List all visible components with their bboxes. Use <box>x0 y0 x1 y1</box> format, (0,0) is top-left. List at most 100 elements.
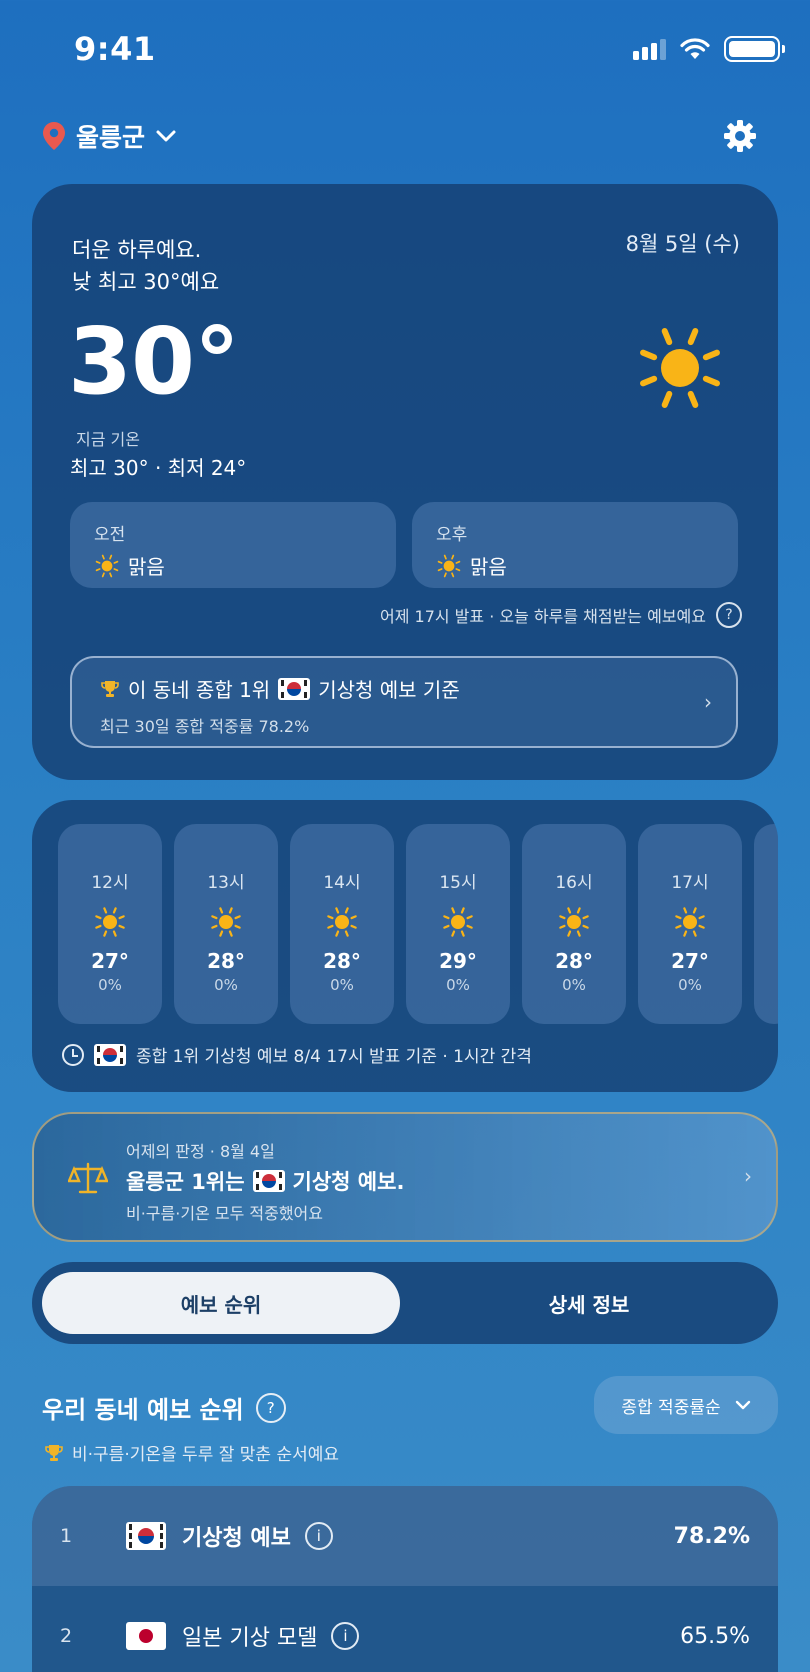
sun-icon <box>95 907 125 937</box>
settings-gear-icon[interactable] <box>722 118 758 154</box>
view-segmented-control: 예보 순위 상세 정보 <box>32 1262 778 1344</box>
verdict-headline-pre: 울릉군 1위는 <box>126 1170 245 1194</box>
ranking-subtitle-text: 비·구름·기온을 두루 잘 맞춘 순서예요 <box>72 1445 340 1465</box>
hour-precipitation: 0% <box>562 976 586 994</box>
korea-flag-icon <box>94 1043 126 1066</box>
status-bar: 9:41 <box>0 0 810 100</box>
korea-flag-icon <box>252 1170 285 1192</box>
japan-flag-icon <box>126 1622 166 1650</box>
ranking-subtitle: 비·구름·기온을 두루 잘 맞춘 순서예요 <box>44 1440 339 1465</box>
hour-precipitation: 0% <box>446 976 470 994</box>
sort-dropdown[interactable]: 종합 적중률순 <box>594 1376 778 1434</box>
info-icon[interactable]: i <box>331 1622 360 1650</box>
info-icon[interactable]: i <box>304 1522 333 1550</box>
morning-forecast: 오전 맑음 <box>70 502 396 588</box>
hourly-item: 14시 28° 0% <box>290 824 394 1024</box>
hour-precipitation: 0% <box>330 976 354 994</box>
high-low-temperature: 최고 30° · 최저 24° <box>70 456 247 480</box>
hourly-item: 16시 28° 0% <box>522 824 626 1024</box>
location-selector[interactable]: 울릉군 <box>42 118 177 154</box>
signal-icon <box>633 38 666 60</box>
ranking-row[interactable]: 1 기상청 예보 i 78.2% <box>32 1486 778 1586</box>
summary-line-2: 낮 최고 30°예요 <box>72 270 220 294</box>
current-weather-card: 더운 하루예요. 낮 최고 30°예요 8월 5일 (수) 30° 지금 기온 … <box>32 184 778 780</box>
verdict-headline: 울릉군 1위는 기상청 예보. <box>126 1166 404 1196</box>
rank-number: 1 <box>60 1525 73 1547</box>
accuracy-percent: 78.2% <box>673 1523 750 1549</box>
morning-label: 오전 <box>94 525 126 545</box>
wifi-icon <box>680 38 710 59</box>
top-forecast-banner[interactable]: 이 동네 종합 1위 기상청 예보 기준 최근 30일 종합 적중률 78.2%… <box>70 656 738 748</box>
hour-temperature: 29° <box>439 949 477 973</box>
hour-label: 12시 <box>91 873 129 893</box>
chevron-down-icon <box>735 1400 750 1410</box>
clock-icon <box>62 1043 84 1066</box>
verdict-detail: 비·구름·기온 모두 적중했어요 <box>126 1204 323 1223</box>
hour-precipitation: 0% <box>214 976 238 994</box>
ranking-row[interactable]: 2 일본 기상 모델 i 65.5% <box>32 1586 778 1672</box>
summary-line-1: 더운 하루예요. <box>72 238 202 262</box>
ranking-section-title: 우리 동네 예보 순위 ? <box>42 1390 286 1425</box>
hourly-item: 12시 27° 0% <box>58 824 162 1024</box>
afternoon-forecast: 오후 맑음 <box>412 502 738 588</box>
korea-flag-icon <box>278 677 311 700</box>
help-icon[interactable]: ? <box>255 1392 286 1423</box>
status-time: 9:41 <box>74 30 156 68</box>
hour-temperature: 28° <box>323 949 361 973</box>
scale-icon <box>68 1162 108 1194</box>
hourly-forecast-list[interactable]: 12시 27° 0% 13시 28° 0% 14시 28° 0% 15시 29° 0% 16시 28° 0%… <box>58 824 778 1024</box>
sort-label: 종합 적중률순 <box>621 1397 721 1418</box>
yesterday-verdict-card[interactable]: 어제의 판정 · 8월 4일 울릉군 1위는 기상청 예보. 비·구름·기온 모… <box>32 1112 778 1242</box>
hour-label: 17시 <box>671 873 709 893</box>
hourly-item-partial <box>754 824 778 1024</box>
forecast-note: 어제 17시 발표 · 오늘 하루를 채점받는 예보예요 ? <box>380 602 742 628</box>
ranking-list: 1 기상청 예보 i 78.2% 2 일본 기상 모델 i 65.5% <box>32 1486 778 1672</box>
hourly-item: 15시 29° 0% <box>406 824 510 1024</box>
forecast-note-text: 어제 17시 발표 · 오늘 하루를 채점받는 예보예요 <box>379 607 706 626</box>
help-icon[interactable]: ? <box>716 602 742 628</box>
status-icons <box>633 36 785 62</box>
hourly-forecast-card: 12시 27° 0% 13시 28° 0% 14시 28° 0% 15시 29° 0% 16시 28° 0%… <box>32 800 778 1092</box>
rank-number: 2 <box>60 1625 73 1647</box>
hourly-footer: 종합 1위 기상청 예보 8/4 17시 발표 기준 · 1시간 간격 <box>62 1042 532 1067</box>
chevron-right-icon: › <box>744 1164 752 1188</box>
korea-flag-icon <box>126 1522 166 1550</box>
banner-title-pre: 이 동네 종합 1위 <box>128 678 271 702</box>
trophy-icon <box>101 680 119 697</box>
battery-icon <box>724 36 785 62</box>
sun-icon <box>640 328 720 408</box>
afternoon-condition: 맑음 <box>470 555 507 579</box>
hourly-item: 13시 28° 0% <box>174 824 278 1024</box>
chevron-down-icon <box>156 130 176 142</box>
provider-name: 기상청 예보 <box>182 1526 291 1551</box>
hour-label: 16시 <box>555 873 593 893</box>
tab-details[interactable]: 상세 정보 <box>410 1272 768 1334</box>
hour-label: 15시 <box>439 873 477 893</box>
banner-subtitle: 최근 30일 종합 적중률 78.2% <box>100 717 310 736</box>
hourly-item: 17시 27° 0% <box>638 824 742 1024</box>
hour-temperature: 27° <box>91 949 129 973</box>
verdict-label: 어제의 판정 · 8월 4일 <box>126 1142 275 1161</box>
sun-icon <box>443 907 473 937</box>
current-temp-label: 지금 기온 <box>76 430 140 449</box>
sun-icon <box>437 554 461 577</box>
provider-name: 일본 기상 모델 <box>182 1626 318 1651</box>
chevron-right-icon: › <box>704 690 712 714</box>
sun-icon <box>95 554 119 577</box>
hour-temperature: 28° <box>555 949 593 973</box>
current-temperature: 30° <box>68 308 240 415</box>
hour-label: 13시 <box>207 873 245 893</box>
sun-icon <box>327 907 357 937</box>
verdict-headline-post: 기상청 예보. <box>292 1170 405 1194</box>
afternoon-label: 오후 <box>436 525 468 545</box>
tab-forecast-ranking[interactable]: 예보 순위 <box>42 1272 400 1334</box>
trophy-icon <box>45 1444 63 1461</box>
sun-icon <box>675 907 705 937</box>
hour-precipitation: 0% <box>98 976 122 994</box>
hour-precipitation: 0% <box>678 976 702 994</box>
morning-condition: 맑음 <box>128 555 165 579</box>
sun-icon <box>559 907 589 937</box>
weather-summary: 더운 하루예요. 낮 최고 30°예요 <box>72 234 219 298</box>
hour-temperature: 28° <box>207 949 245 973</box>
ranking-title: 우리 동네 예보 순위 <box>42 1396 244 1424</box>
